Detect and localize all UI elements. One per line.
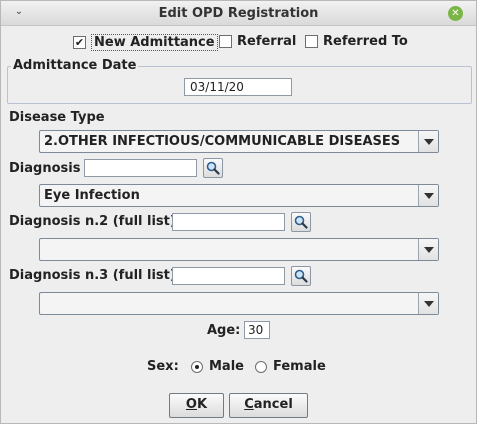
diagnosis-3-search-input[interactable] [172, 267, 285, 285]
referral-label: Referral [237, 34, 297, 49]
age-field[interactable]: 30 [244, 321, 270, 339]
diagnosis-3-label: Diagnosis n.3 (full list) [9, 268, 176, 283]
admittance-date-field[interactable]: 03/11/20 [184, 78, 292, 96]
admittance-date-label: Admittance Date [11, 58, 139, 73]
sex-label: Sex: [147, 359, 179, 374]
diagnosis-search-input[interactable] [84, 159, 197, 177]
checkbox-box [219, 35, 232, 48]
ok-mnemonic: O [185, 397, 197, 412]
disease-type-select[interactable]: 2.OTHER INFECTIOUS/COMMUNICABLE DISEASES [39, 130, 439, 153]
referred-to-checkbox[interactable]: Referred To [305, 34, 408, 49]
checkbox-box [305, 35, 318, 48]
diagnosis-3-select[interactable] [39, 292, 439, 315]
new-admittance-checkbox[interactable]: ✔ New Admittance [73, 34, 218, 51]
chevron-down-icon[interactable] [418, 239, 438, 260]
ok-label: K [196, 397, 208, 412]
search-icon [294, 269, 308, 283]
diagnosis-value: Eye Infection [44, 188, 140, 203]
diagnosis-label: Diagnosis [9, 161, 81, 176]
female-label: Female [273, 359, 326, 374]
cancel-button[interactable]: Cancel [229, 393, 308, 418]
title-bar: ⌄ Edit OPD Registration ✕ [1, 1, 476, 26]
close-icon[interactable]: ✕ [448, 6, 463, 21]
edit-opd-registration-dialog: ⌄ Edit OPD Registration ✕ ✔ New Admittan… [0, 0, 477, 424]
chevron-down-icon[interactable] [418, 185, 438, 206]
diagnosis-search-button[interactable] [203, 158, 223, 178]
cancel-label: ancel [253, 397, 293, 412]
diagnosis-2-select[interactable] [39, 238, 439, 261]
referral-checkbox[interactable]: Referral [219, 34, 296, 49]
diagnosis-2-search-input[interactable] [172, 213, 285, 231]
new-admittance-label: New Admittance [91, 34, 218, 51]
diagnosis-2-label: Diagnosis n.2 (full list) [9, 214, 176, 229]
age-label: Age: [207, 323, 241, 338]
search-icon [294, 215, 308, 229]
sex-male-radio[interactable]: Male [191, 359, 244, 374]
diagnosis-2-search-button[interactable] [291, 212, 311, 232]
search-icon [206, 161, 220, 175]
disease-type-label: Disease Type [9, 110, 105, 125]
ok-button[interactable]: OK [169, 393, 224, 418]
referred-to-label: Referred To [323, 34, 408, 49]
cancel-mnemonic: C [244, 397, 254, 412]
disease-type-value: 2.OTHER INFECTIOUS/COMMUNICABLE DISEASES [44, 134, 401, 149]
checkbox-box: ✔ [73, 36, 86, 49]
radio-dot [191, 360, 203, 373]
radio-dot [255, 360, 267, 373]
window-title: Edit OPD Registration [158, 6, 319, 21]
diagnosis-3-search-button[interactable] [291, 266, 311, 286]
sex-female-radio[interactable]: Female [255, 359, 326, 374]
chevron-down-icon[interactable] [418, 293, 438, 314]
diagnosis-select[interactable]: Eye Infection [39, 184, 439, 207]
chevron-down-icon[interactable] [418, 131, 438, 152]
male-label: Male [209, 359, 244, 374]
